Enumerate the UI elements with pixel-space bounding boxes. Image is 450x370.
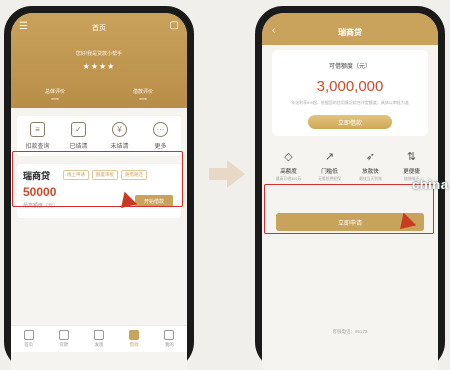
feature-sub: 最快当天到账 <box>359 177 382 181</box>
service-phone: 客服电话：95173 <box>332 329 368 334</box>
stats-row: 总体评价 **** 借款评价 **** <box>11 85 187 104</box>
page-title: 首页 <box>92 25 106 32</box>
quick-action-label: 已结清 <box>69 144 88 150</box>
tab-label: 我的 <box>164 342 174 347</box>
limit-label: 可借额度（元） <box>328 64 371 70</box>
feature-title: 门槛低 <box>321 169 338 175</box>
gear-icon <box>58 330 69 340</box>
quick-action-label: 更多 <box>154 144 167 150</box>
feature-title: 放款快 <box>362 169 379 175</box>
tab-label: 贷款 <box>59 342 69 347</box>
cycle-icon: ⇅ <box>406 151 417 163</box>
flower-icon <box>93 330 104 340</box>
diamond-icon: ◇ <box>284 151 293 163</box>
limit-card: 可借额度（元） 3,000,000 年化利率8%起，依据您的信用情况综合评定额度… <box>272 50 428 136</box>
tab-bar: 首页 贷款 发现 借款 我的 <box>11 325 187 352</box>
tab-label: 借款 <box>129 342 139 347</box>
account-text: 您好!我是贷款小帮手 <box>75 51 123 57</box>
detail-header: ‹ 瑞商贷 <box>262 13 438 45</box>
quick-action-unsettled[interactable]: ¥ 未结清 <box>103 122 137 150</box>
flow-arrow-icon <box>209 160 245 188</box>
user-icon <box>164 330 175 340</box>
watermark: china <box>412 177 449 192</box>
stat-label: 总体评价 <box>44 89 65 95</box>
rocket-icon: ➶ <box>365 151 376 163</box>
borrow-now-button[interactable]: 立即借款 <box>308 115 392 129</box>
tab-mine[interactable]: 我的 <box>157 330 181 348</box>
limit-amount: 3,000,000 <box>316 78 384 95</box>
feature-title: 更便捷 <box>403 169 420 175</box>
stat-value: **** <box>139 98 147 104</box>
page-title: 瑞商贷 <box>338 28 362 37</box>
stat-value: **** <box>51 98 59 104</box>
tab-home[interactable]: 首页 <box>17 330 41 348</box>
quick-action-label: 扣款查询 <box>25 144 50 150</box>
stat-item: 总体评价 **** <box>45 85 65 104</box>
document-icon: ≡ <box>30 122 45 137</box>
tab-discover[interactable]: 发现 <box>87 330 111 348</box>
feature-title: 高额度 <box>280 169 297 175</box>
quick-action-label: 未结清 <box>110 144 129 150</box>
tab-label: 首页 <box>24 342 34 347</box>
quick-action-settled[interactable]: ✓ 已结清 <box>62 122 96 150</box>
rating-stars: ★★★★ <box>82 62 116 71</box>
clipboard-icon: ✓ <box>71 122 86 137</box>
feature-sub: 最高可借300万 <box>275 177 302 181</box>
limit-note: 年化利率8%起，依据您的信用情况综合评定额度，具体以审批为准 <box>291 100 409 105</box>
quick-actions: ≡ 扣款查询 ✓ 已结清 ¥ 未结清 ··· 更多 <box>17 116 181 156</box>
more-icon: ··· <box>153 122 168 137</box>
wallet-icon <box>129 330 140 340</box>
loan-card-highlight-box <box>12 151 183 207</box>
feature-sub: 无需抵押担保 <box>318 177 341 181</box>
tab-label: 发现 <box>94 342 104 347</box>
stat-label: 借款评价 <box>132 89 153 95</box>
home-icon <box>23 330 34 340</box>
tab-loans[interactable]: 贷款 <box>52 330 76 348</box>
tab-borrow[interactable]: 借款 <box>122 330 146 348</box>
trend-icon: ↗ <box>324 151 335 163</box>
quick-action-more[interactable]: ··· 更多 <box>144 122 178 150</box>
quick-action-deduction-query[interactable]: ≡ 扣款查询 <box>21 122 55 150</box>
message-icon[interactable]: ▢ <box>170 20 179 31</box>
coins-icon: ¥ <box>112 122 127 137</box>
home-header: ☰ 首页 ▢ 您好!我是贷款小帮手 ★★★★ 总体评价 **** 借款评价 **** <box>11 13 187 108</box>
stat-item: 借款评价 **** <box>133 85 153 104</box>
